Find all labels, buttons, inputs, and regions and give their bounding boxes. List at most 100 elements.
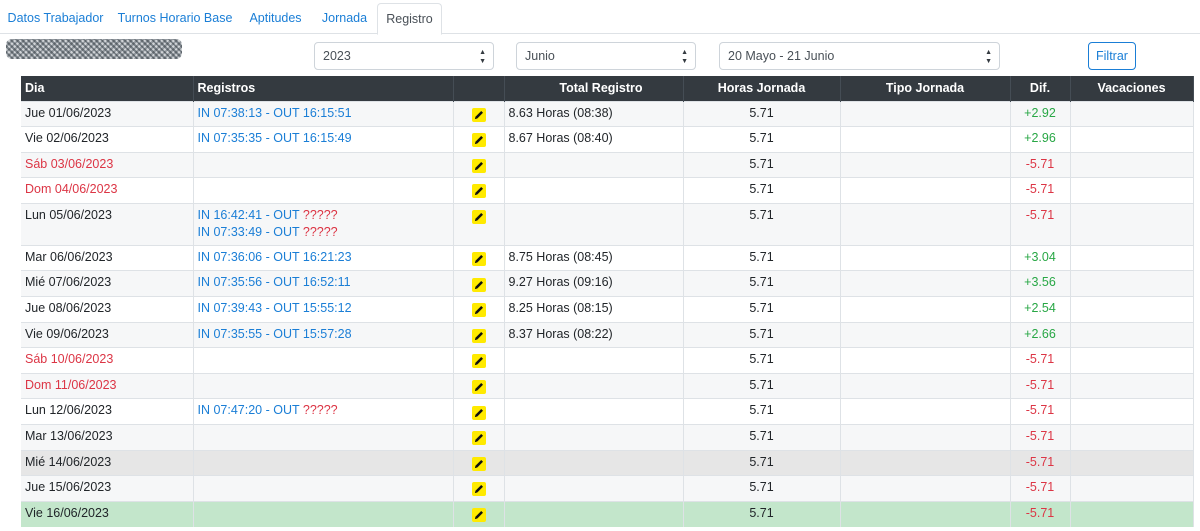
- tab-registro[interactable]: Registro: [377, 3, 442, 35]
- table-row: Sáb 03/06/2023 5.71 -5.71: [21, 151, 1194, 178]
- sort-arrows-icon: ▲ ▼: [479, 49, 486, 65]
- pencil-edit-icon[interactable]: [471, 482, 486, 497]
- registro-entry[interactable]: IN 07:47:20 - OUT ?????: [198, 402, 449, 419]
- cell-horas-jornada: 5.71: [683, 321, 841, 348]
- cell-tipo-jornada: [840, 296, 1011, 323]
- cell-dif: +3.04: [1010, 244, 1071, 271]
- pencil-edit-icon[interactable]: [471, 328, 486, 343]
- period-select[interactable]: 20 Mayo - 21 Junio ▲ ▼: [719, 42, 1000, 70]
- pencil-edit-icon[interactable]: [471, 107, 486, 122]
- pencil-edit-icon[interactable]: [471, 184, 486, 199]
- tab-turnos-horario-base[interactable]: Turnos Horario Base: [111, 3, 239, 34]
- pencil-edit-icon[interactable]: [471, 431, 486, 446]
- pencil-edit-icon[interactable]: [471, 158, 486, 173]
- cell-edit: [453, 244, 505, 271]
- cell-edit: [453, 449, 505, 476]
- header-registros: Registros: [193, 76, 454, 101]
- cell-edit: [453, 424, 505, 451]
- cell-edit: [453, 126, 505, 153]
- cell-edit: [453, 177, 505, 204]
- cell-tipo-jornada: [840, 475, 1011, 502]
- filter-button[interactable]: Filtrar: [1088, 42, 1136, 70]
- pencil-edit-icon[interactable]: [471, 380, 486, 395]
- year-select[interactable]: 2023 ▲ ▼: [314, 42, 494, 70]
- registro-entry[interactable]: IN 07:35:55 - OUT 15:57:28: [198, 326, 449, 343]
- registro-entry[interactable]: IN 07:35:35 - OUT 16:15:49: [198, 130, 449, 147]
- cell-dia: Mié 14/06/2023: [21, 449, 194, 476]
- cell-tipo-jornada: [840, 372, 1011, 399]
- table-row: Lun 05/06/2023 IN 16:42:41 - OUT ????? IN …: [21, 202, 1194, 246]
- pencil-edit-icon[interactable]: [471, 252, 486, 267]
- registro-entry[interactable]: IN 07:35:56 - OUT 16:52:11: [198, 274, 449, 291]
- registro-entry[interactable]: IN 16:42:41 - OUT ?????: [198, 207, 449, 224]
- registro-entry[interactable]: IN 07:38:13 - OUT 16:15:51: [198, 105, 449, 122]
- cell-total-registro: [504, 449, 684, 476]
- cell-horas-jornada: 5.71: [683, 500, 841, 527]
- cell-dia: Jue 15/06/2023: [21, 475, 194, 502]
- cell-total-registro: [504, 372, 684, 399]
- header-dia: Dia: [21, 76, 194, 101]
- cell-registros: IN 16:42:41 - OUT ????? IN 07:33:49 - OUT…: [193, 202, 454, 246]
- cell-vacaciones: [1070, 449, 1194, 476]
- cell-total-registro: 8.63 Horas (08:38): [504, 100, 684, 127]
- table-row: Jue 15/06/2023 5.71 -5.71: [21, 475, 1194, 502]
- cell-dif: -5.71: [1010, 177, 1071, 204]
- cell-total-registro: [504, 202, 684, 246]
- cell-edit: [453, 296, 505, 323]
- cell-tipo-jornada: [840, 424, 1011, 451]
- cell-total-registro: [504, 151, 684, 178]
- cell-vacaciones: [1070, 270, 1194, 297]
- tab-jornada[interactable]: Jornada: [312, 3, 377, 34]
- cell-dif: -5.71: [1010, 500, 1071, 527]
- year-select-value: 2023: [323, 49, 351, 63]
- cell-tipo-jornada: [840, 321, 1011, 348]
- registro-entry[interactable]: IN 07:39:43 - OUT 15:55:12: [198, 300, 449, 317]
- pencil-edit-icon[interactable]: [471, 277, 486, 292]
- month-select[interactable]: Junio ▲ ▼: [516, 42, 696, 70]
- cell-dia: Dom 04/06/2023: [21, 177, 194, 204]
- cell-edit: [453, 100, 505, 127]
- cell-horas-jornada: 5.71: [683, 100, 841, 127]
- cell-dia: Vie 09/06/2023: [21, 321, 194, 348]
- header-total-registro: Total Registro: [504, 76, 684, 101]
- cell-registros: [193, 372, 454, 399]
- cell-edit: [453, 500, 505, 527]
- cell-tipo-jornada: [840, 270, 1011, 297]
- header-tipo-jornada: Tipo Jornada: [840, 76, 1011, 101]
- cell-horas-jornada: 5.71: [683, 372, 841, 399]
- cell-total-registro: 8.67 Horas (08:40): [504, 126, 684, 153]
- cell-tipo-jornada: [840, 100, 1011, 127]
- registro-entry[interactable]: IN 07:36:06 - OUT 16:21:23: [198, 249, 449, 266]
- cell-dif: +2.92: [1010, 100, 1071, 127]
- cell-dia: Dom 11/06/2023: [21, 372, 194, 399]
- cell-registros: IN 07:39:43 - OUT 15:55:12: [193, 296, 454, 323]
- pencil-edit-icon[interactable]: [471, 405, 486, 420]
- cell-registros: [193, 500, 454, 527]
- cell-tipo-jornada: [840, 202, 1011, 246]
- table-row: Mar 06/06/2023 IN 07:36:06 - OUT 16:21:23…: [21, 244, 1194, 271]
- pencil-edit-icon[interactable]: [471, 133, 486, 148]
- tab-aptitudes[interactable]: Aptitudes: [239, 3, 312, 34]
- pencil-edit-icon[interactable]: [471, 456, 486, 471]
- cell-dia: Mar 13/06/2023: [21, 424, 194, 451]
- cell-edit: [453, 372, 505, 399]
- cell-total-registro: 8.75 Horas (08:45): [504, 244, 684, 271]
- cell-dia: Vie 02/06/2023: [21, 126, 194, 153]
- cell-dif: -5.71: [1010, 347, 1071, 374]
- cell-registros: IN 07:47:20 - OUT ?????: [193, 398, 454, 425]
- cell-registros: IN 07:38:13 - OUT 16:15:51: [193, 100, 454, 127]
- cell-registros: [193, 151, 454, 178]
- pencil-edit-icon[interactable]: [471, 210, 486, 225]
- table-row: Vie 02/06/2023 IN 07:35:35 - OUT 16:15:49…: [21, 126, 1194, 153]
- cell-horas-jornada: 5.71: [683, 449, 841, 476]
- cell-total-registro: 8.37 Horas (08:22): [504, 321, 684, 348]
- pencil-edit-icon[interactable]: [471, 303, 486, 318]
- cell-edit: [453, 398, 505, 425]
- pencil-edit-icon[interactable]: [471, 508, 486, 523]
- cell-dia: Mar 06/06/2023: [21, 244, 194, 271]
- tab-datos-trabajador[interactable]: Datos Trabajador: [0, 3, 111, 34]
- registro-entry[interactable]: IN 07:33:49 - OUT ?????: [198, 224, 449, 241]
- cell-total-registro: [504, 398, 684, 425]
- cell-vacaciones: [1070, 398, 1194, 425]
- pencil-edit-icon[interactable]: [471, 354, 486, 369]
